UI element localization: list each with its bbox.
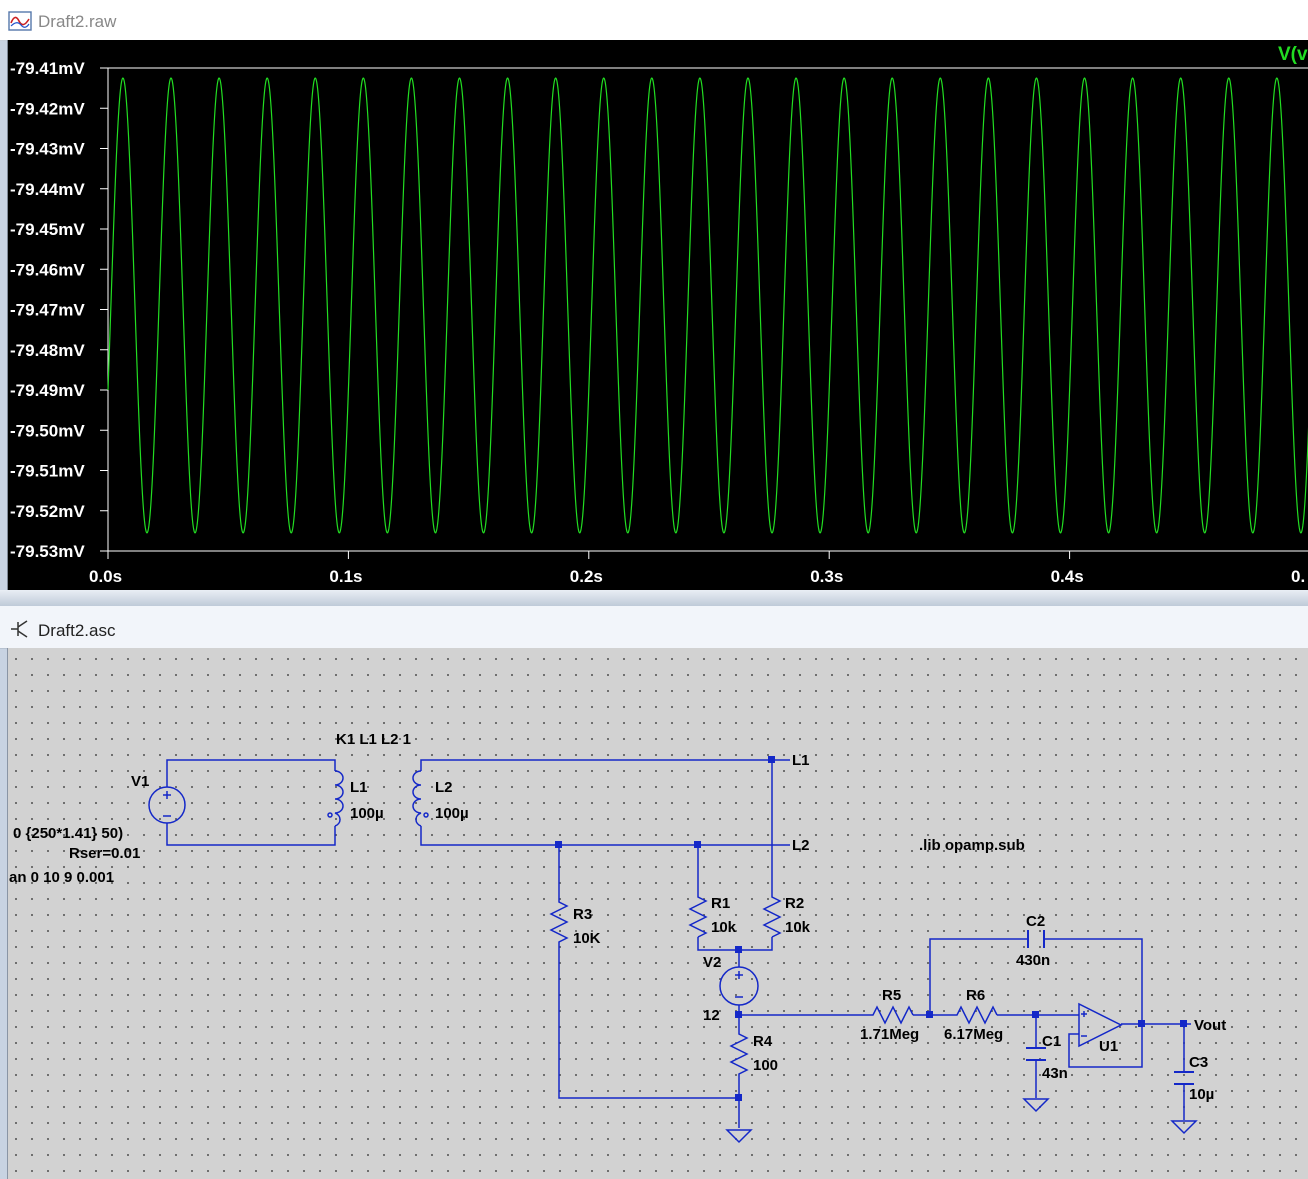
v1-rser[interactable]: Rser=0.01 <box>69 845 140 862</box>
schematic-window-icon <box>11 620 28 638</box>
tran-directive[interactable]: an 0 10 9 0.001 <box>9 869 114 886</box>
ground-r4-symbol <box>725 1129 753 1144</box>
x-tick-label: 0.1s <box>329 567 362 586</box>
x-tick-label: 0.3s <box>810 567 843 586</box>
ground-c1-symbol <box>1022 1098 1050 1113</box>
r6-name[interactable]: R6 <box>966 987 985 1004</box>
directive-lib[interactable]: .lib opamp.sub <box>919 837 1025 854</box>
resistor-r2-symbol[interactable] <box>762 893 782 938</box>
net-label-vout[interactable]: Vout <box>1194 1017 1226 1034</box>
resistor-r4-symbol[interactable] <box>729 1030 749 1078</box>
r5-value[interactable]: 1.71Meg <box>860 1026 919 1043</box>
resistor-r6-symbol[interactable] <box>953 1005 998 1025</box>
net-label-l2[interactable]: L2 <box>792 837 810 854</box>
r2-name[interactable]: R2 <box>785 895 804 912</box>
c1-value[interactable]: 43n <box>1042 1065 1068 1082</box>
r1-name[interactable]: R1 <box>711 895 730 912</box>
ground-c3-symbol <box>1170 1120 1198 1135</box>
x-tick-label: 0.4s <box>1051 567 1084 586</box>
r4-name[interactable]: R4 <box>753 1033 773 1050</box>
v1-value[interactable]: 0 {250*1.41} 50) <box>13 825 123 842</box>
y-tick-label: -79.50mV <box>10 421 85 440</box>
junction-dots <box>555 756 1187 1101</box>
directive-coupling[interactable]: K1 L1 L2 1 <box>336 731 411 748</box>
net-label-l1[interactable]: L1 <box>792 752 810 769</box>
r3-value[interactable]: 10K <box>573 930 601 947</box>
window-separator <box>0 590 1308 606</box>
x-tick-label: 0.2s <box>570 567 603 586</box>
trace-series[interactable] <box>107 77 1308 534</box>
c3-name[interactable]: C3 <box>1189 1054 1208 1071</box>
y-tick-label: -79.48mV <box>10 341 85 360</box>
waveform-window-title: Draft2.raw <box>38 12 117 31</box>
v2-name[interactable]: V2 <box>703 954 721 971</box>
y-axis: -79.41mV -79.42mV -79.43mV -79.44mV -79.45mV… <box>10 59 108 561</box>
y-tick-label: -79.47mV <box>10 301 85 320</box>
capacitor-c3-symbol[interactable] <box>1174 1071 1194 1085</box>
c2-value[interactable]: 430n <box>1016 952 1050 969</box>
v1-name[interactable]: V1 <box>131 773 149 790</box>
trace-label[interactable]: V(v <box>1278 44 1308 65</box>
schematic-drawing[interactable]: K1 L1 L2 1 .lib opamp.sub V1 0 {250*1.41… <box>8 648 1308 1179</box>
r2-value[interactable]: 10k <box>785 919 811 936</box>
schematic-window-titlebar[interactable]: Draft2.asc <box>0 606 1308 649</box>
u1-name[interactable]: U1 <box>1099 1038 1118 1055</box>
y-tick-label: -79.49mV <box>10 381 85 400</box>
y-tick-label: -79.45mV <box>10 220 85 239</box>
r3-name[interactable]: R3 <box>573 906 592 923</box>
y-tick-label: -79.41mV <box>10 59 85 78</box>
l1-value[interactable]: 100µ <box>350 805 384 822</box>
v2-value[interactable]: 12 <box>703 1007 720 1024</box>
c1-name[interactable]: C1 <box>1042 1033 1061 1050</box>
schematic-canvas[interactable]: K1 L1 L2 1 .lib opamp.sub V1 0 {250*1.41… <box>7 648 1308 1179</box>
voltage-source-v2-symbol[interactable] <box>719 966 759 1006</box>
l1-name[interactable]: L1 <box>350 779 368 796</box>
y-tick-label: -79.53mV <box>10 542 85 561</box>
x-tick-label: 0.0s <box>89 567 122 586</box>
waveform-window-icon <box>8 11 32 31</box>
resistor-r3-symbol[interactable] <box>549 898 569 946</box>
x-axis: 0.0s 0.1s 0.2s 0.3s 0.4s 0. <box>89 551 1305 586</box>
waveform-window-titlebar[interactable]: Draft2.raw <box>0 0 1308 41</box>
waveform-chart[interactable]: -79.41mV -79.42mV -79.43mV -79.44mV -79.45mV… <box>8 40 1308 590</box>
resistor-r5-symbol[interactable] <box>869 1005 914 1025</box>
inductor-l2-symbol[interactable] <box>412 770 429 827</box>
r5-name[interactable]: R5 <box>882 987 901 1004</box>
c3-value[interactable]: 10µ <box>1189 1086 1214 1103</box>
inductor-l1-symbol[interactable] <box>327 770 344 827</box>
capacitor-c2-symbol[interactable] <box>1027 930 1045 948</box>
y-tick-label: -79.46mV <box>10 260 85 279</box>
l2-value[interactable]: 100µ <box>435 805 469 822</box>
y-tick-label: -79.43mV <box>10 140 85 159</box>
schematic-wires[interactable] <box>166 759 1191 1128</box>
y-tick-label: -79.51mV <box>10 462 85 481</box>
y-tick-label: -79.52mV <box>10 502 85 521</box>
c2-name[interactable]: C2 <box>1026 913 1045 930</box>
l2-name[interactable]: L2 <box>435 779 453 796</box>
schematic-window-title: Draft2.asc <box>38 621 116 640</box>
y-tick-label: -79.44mV <box>10 180 85 199</box>
voltage-source-v1-symbol[interactable] <box>148 786 186 824</box>
x-tick-label: 0. <box>1291 567 1305 586</box>
r1-value[interactable]: 10k <box>711 919 737 936</box>
y-tick-label: -79.42mV <box>10 99 85 118</box>
r6-value[interactable]: 6.17Meg <box>944 1026 1003 1043</box>
r4-value[interactable]: 100 <box>753 1057 778 1074</box>
waveform-plot-pane[interactable]: -79.41mV -79.42mV -79.43mV -79.44mV -79.45mV… <box>7 40 1308 590</box>
resistor-r1-symbol[interactable] <box>688 893 708 938</box>
